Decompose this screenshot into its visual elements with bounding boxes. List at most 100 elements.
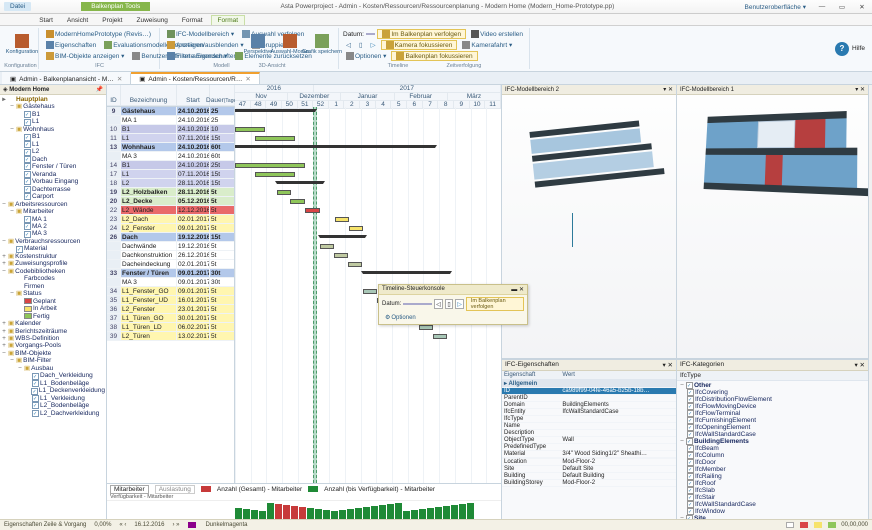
property-row[interactable]: BuildingStoreyMod-Floor-2 — [502, 480, 676, 487]
ribbon-tab-start[interactable]: Start — [33, 16, 59, 25]
gantt-row[interactable]: 34L1_Fenster_GO09.01.20175t — [107, 287, 234, 296]
tree-node[interactable]: In Arbeit — [1, 305, 105, 312]
focus-gantt[interactable]: Balkenplan fokussieren — [391, 51, 477, 61]
category-node[interactable]: IfcBeam — [679, 445, 866, 452]
tree-node[interactable]: Veranda — [1, 171, 105, 178]
file-menu[interactable]: Datei — [4, 2, 31, 11]
ribbon-tab-zuweisung[interactable]: Zuweisung — [130, 16, 173, 25]
tree-node[interactable]: L1_Bodenbeläge — [1, 380, 105, 387]
tree-node[interactable]: L1 — [1, 141, 105, 148]
transport-play[interactable]: ▷ — [368, 40, 379, 50]
transport-prev[interactable]: ◁ — [343, 40, 354, 50]
tree-node[interactable]: +▣WBS-Definition — [1, 335, 105, 342]
tree-node[interactable]: +▣Kostenstruktur — [1, 253, 105, 260]
property-row[interactable]: IfcEntityIfcWallStandardCase — [502, 409, 676, 416]
console-stop[interactable]: ▯ — [445, 299, 454, 309]
category-node[interactable]: IfcRailing — [679, 473, 866, 480]
gantt-row[interactable]: MA 309.01.201730t — [107, 278, 234, 287]
minimize-button[interactable]: — — [812, 0, 832, 14]
category-node[interactable]: IfcDistributionFlowElement — [679, 396, 866, 403]
gantt-row[interactable]: 26Dach19.12.201615t — [107, 233, 234, 242]
status-swatch[interactable] — [814, 522, 822, 528]
gantt-row[interactable]: 20L2_Decke05.12.20165t — [107, 197, 234, 206]
ribbon-tab-projekt[interactable]: Projekt — [96, 16, 128, 25]
category-node[interactable]: IfcOpeningElement — [679, 424, 866, 431]
tree-node[interactable]: −▣Ausbau — [1, 365, 105, 372]
tree-node[interactable]: Material — [1, 245, 105, 252]
tree-node[interactable]: Fenster / Türen — [1, 163, 105, 170]
property-row[interactable]: BuildingDefault Building — [502, 473, 676, 480]
gantt-row[interactable]: 14B124.10.201625t — [107, 161, 234, 170]
gantt-row[interactable]: 13Wohnhaus24.10.201660t — [107, 143, 234, 152]
selection-mode-button[interactable]: Auswahl-Modus — [274, 29, 306, 59]
tree-node[interactable]: MA 3 — [1, 230, 105, 237]
gantt-row[interactable]: 19L2_Holzbalken28.11.20165t — [107, 188, 234, 197]
gantt-bar[interactable] — [335, 217, 349, 222]
tree-node[interactable]: B1 — [1, 133, 105, 140]
console-play[interactable]: ▷ — [455, 299, 464, 309]
tree-node[interactable]: Dachterrasse — [1, 186, 105, 193]
tree-node[interactable]: Dach — [1, 156, 105, 163]
category-node[interactable]: IfcWindow — [679, 508, 866, 515]
histo-tab-mitarbeiter[interactable]: Mitarbeiter — [110, 485, 149, 494]
tree-node[interactable]: −▣Wohnhaus — [1, 126, 105, 133]
date-field[interactable] — [366, 33, 375, 35]
help-icon[interactable]: ? — [835, 42, 849, 56]
tree-node[interactable]: ▸Hauptplan — [1, 96, 105, 103]
3d-viewport-1[interactable] — [502, 95, 676, 359]
tree-node[interactable]: −▣Codebibliotheken — [1, 268, 105, 275]
property-row[interactable]: Material3/4" Wood Siding1/2" Sheathi… — [502, 451, 676, 458]
gantt-bar[interactable] — [255, 172, 295, 177]
category-node[interactable]: IfcFlowTerminal — [679, 410, 866, 417]
gantt-row[interactable]: 11L107.11.201615t — [107, 134, 234, 143]
show-hide-dropdown[interactable]: Anzeigen/ausblenden ▾ — [164, 40, 247, 50]
category-node[interactable]: IfcWallStandardCase — [679, 501, 866, 508]
maximize-button[interactable]: ▭ — [832, 0, 852, 14]
tree-node[interactable]: MA 2 — [1, 223, 105, 230]
focus-camera[interactable]: Kamera fokussieren — [381, 40, 458, 50]
tree-node[interactable]: −▣Mitarbeiter — [1, 208, 105, 215]
gantt-bar[interactable] — [349, 226, 363, 231]
tree-node[interactable]: −▣Arbeitsressourcen — [1, 201, 105, 208]
gantt-row[interactable]: 36L2_Fenster23.01.20175t — [107, 305, 234, 314]
tree-node[interactable]: +▣Berichtszeiträume — [1, 328, 105, 335]
perspektive-button[interactable]: Perspektive — [242, 29, 274, 59]
ribbon-tab-format[interactable]: Format — [176, 16, 209, 25]
tree-node[interactable]: L2_Bodenbeläge — [1, 402, 105, 409]
console-options[interactable]: ⚙ Optionen — [382, 313, 419, 322]
help-label[interactable]: Hilfe — [852, 45, 865, 52]
camera-path[interactable]: Kamerafahrt ▾ — [459, 40, 515, 50]
property-row[interactable]: Description — [502, 430, 676, 437]
gantt-row[interactable]: 39L2_Türen13.02.20175t — [107, 332, 234, 341]
gantt-row[interactable]: 23L2_Dach02.01.20175t — [107, 215, 234, 224]
gantt-bar[interactable] — [320, 244, 334, 249]
ribbon-tab-format[interactable]: Format — [211, 15, 246, 25]
tree-node[interactable]: Geplant — [1, 298, 105, 305]
tree-node[interactable]: L2 — [1, 148, 105, 155]
category-node[interactable]: IfcWallStandardCase — [679, 431, 866, 438]
category-node[interactable]: IfcColumn — [679, 452, 866, 459]
filter-dropdown[interactable]: Filter anwenden ▾ — [164, 51, 230, 61]
tree-node[interactable]: L1 — [1, 118, 105, 125]
tree-node[interactable]: −▣Verbrauchsressourcen — [1, 238, 105, 245]
gantt-row[interactable]: 17L107.11.201615t — [107, 170, 234, 179]
gantt-bar[interactable] — [290, 199, 305, 204]
ifc-model-dropdown[interactable]: ModernHomePrototype (Revis…) — [43, 29, 154, 39]
col-dauer[interactable]: Dauer(Tage) — [210, 85, 235, 106]
category-node[interactable]: IfcFlowMovingDevice — [679, 403, 866, 410]
pane-buttons[interactable]: ▾ ✕ — [855, 86, 865, 93]
project-tree[interactable]: ▸Hauptplan−▣GästehausB1L1−▣WohnhausB1L1L… — [0, 95, 106, 519]
ifc-bimobj-button[interactable]: BIM-Objekte anzeigen ▾ — [43, 51, 127, 61]
category-node[interactable]: IfcDoor — [679, 459, 866, 466]
gantt-row[interactable]: 10B124.10.201610 — [107, 125, 234, 134]
tree-node[interactable]: +▣Kalender — [1, 320, 105, 327]
video-button[interactable]: Video erstellen — [468, 29, 526, 39]
tree-node[interactable]: +▣Vorgangs-Pools — [1, 342, 105, 349]
gantt-bar[interactable] — [255, 136, 295, 141]
tree-node[interactable]: Farbcodes — [1, 275, 105, 282]
gantt-bar[interactable] — [235, 145, 435, 148]
pane-buttons[interactable]: ▾ ✕ — [854, 361, 865, 369]
category-node[interactable]: IfcMember — [679, 466, 866, 473]
ifc-category-tree[interactable]: −OtherIfcCoveringIfcDistributionFlowElem… — [677, 381, 868, 519]
document-tab[interactable]: ▣Admin - Balkenplanansicht - M…✕ — [2, 72, 131, 84]
